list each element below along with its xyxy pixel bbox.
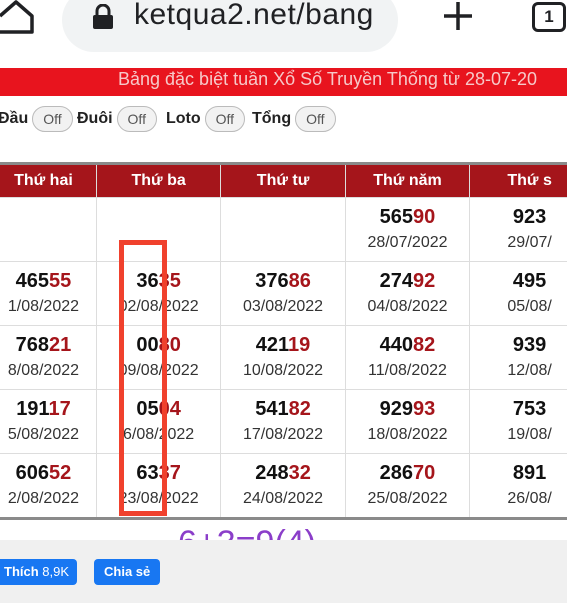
- table-row: 60652 2/08/2022 6337 23/08/2022 24832 24/08/2…: [0, 453, 567, 518]
- result-date: 5/08/2022: [7, 425, 80, 443]
- results-table: Thứ hai Thứ ba Thứ tư Thứ năm Thứ s 5659…: [0, 162, 567, 518]
- toggle-tong[interactable]: Tổng Off: [252, 104, 336, 134]
- result-cell: 76821 8/08/2022: [0, 325, 97, 390]
- toggle-label: Tổng: [252, 110, 292, 127]
- result-number: 42119: [255, 333, 311, 356]
- toggle-label: Đuôi: [77, 110, 113, 127]
- url-text[interactable]: ketqua2.net/bang: [134, 0, 386, 32]
- result-date: 11/08/2022: [368, 361, 447, 379]
- result-number: 54182: [255, 397, 311, 420]
- result-number: 37686: [255, 269, 311, 292]
- result-number: 923: [512, 205, 547, 228]
- result-cell: 24832 24/08/2022: [220, 453, 346, 518]
- header-cell: Thứ ba: [95, 162, 222, 198]
- toggle-duoi[interactable]: Đuôi Off: [77, 104, 157, 134]
- header-cell: Thứ hai: [0, 162, 97, 198]
- result-date: 25/08/2022: [367, 489, 448, 507]
- browser-toolbar: ketqua2.net/bang 1: [0, 0, 567, 66]
- result-date: 19/08/: [507, 425, 552, 443]
- toggle-switch[interactable]: Off: [32, 106, 73, 132]
- result-number: 891: [512, 461, 547, 484]
- table-row: 76821 8/08/2022 0080 09/08/2022 42119 10/08/2…: [0, 325, 567, 390]
- result-number: 60652: [15, 461, 72, 484]
- result-cell: 60652 2/08/2022: [0, 453, 97, 518]
- result-number: 56590: [379, 205, 436, 228]
- like-count: 8,9K: [42, 564, 70, 579]
- result-cell: 753 19/08/: [469, 389, 567, 454]
- result-number: 495: [512, 269, 547, 292]
- result-date: 03/08/2022: [243, 297, 324, 315]
- result-number: 44082: [379, 333, 436, 356]
- banner-title: Bảng đặc biệt tuần Xổ Số Truyền Thống từ…: [118, 69, 538, 89]
- header-cell: Thứ tư: [220, 162, 346, 198]
- like-label: Thích: [4, 564, 39, 579]
- filter-toggles: Đầu Off Đuôi Off Loto Off Tổng Off: [0, 104, 567, 138]
- result-number: 46555: [15, 269, 72, 292]
- toggle-dau[interactable]: Đầu Off: [0, 104, 73, 134]
- result-number: 939: [512, 333, 547, 356]
- share-button[interactable]: Chia sẻ: [94, 559, 161, 585]
- table-row: 46555 1/08/2022 3635 02/08/2022 37686 03/08/2…: [0, 261, 567, 326]
- result-number: 19117: [16, 397, 71, 420]
- table-row: 19117 5/08/2022 0504 6/08/2022 54182 17/08/20…: [0, 389, 567, 454]
- result-number: 24832: [255, 461, 311, 484]
- result-cell: 28670 25/08/2022: [344, 453, 471, 518]
- result-date: 1/08/2022: [7, 297, 80, 315]
- result-cell: [0, 197, 97, 262]
- result-number: 753: [512, 397, 547, 420]
- toggle-switch[interactable]: Off: [295, 106, 336, 132]
- result-cell: 56590 28/07/2022: [344, 197, 471, 262]
- result-cell: [220, 197, 346, 262]
- highlight-box: [119, 240, 167, 516]
- result-cell: 923 29/07/: [469, 197, 567, 262]
- lock-icon: [92, 3, 114, 30]
- result-cell: 44082 11/08/2022: [344, 325, 471, 390]
- result-date: 05/08/: [507, 297, 552, 315]
- result-cell: 54182 17/08/2022: [220, 389, 346, 454]
- table-header-row: Thứ hai Thứ ba Thứ tư Thứ năm Thứ s: [0, 162, 567, 198]
- results-table-wrapper: Thứ hai Thứ ba Thứ tư Thứ năm Thứ s 5659…: [0, 162, 567, 520]
- toggle-loto[interactable]: Loto Off: [166, 104, 246, 134]
- result-number: 27492: [379, 269, 436, 292]
- table-row: 56590 28/07/2022 923 29/07/: [0, 197, 567, 262]
- result-date: 18/08/2022: [367, 425, 448, 443]
- result-cell: 37686 03/08/2022: [220, 261, 346, 326]
- result-cell: 92993 18/08/2022: [344, 389, 471, 454]
- result-number: 28670: [379, 461, 436, 484]
- result-number: 76821: [15, 333, 72, 356]
- result-cell: 19117 5/08/2022: [0, 389, 97, 454]
- result-date: 2/08/2022: [7, 489, 80, 507]
- toggle-label: Loto: [166, 110, 201, 127]
- result-number: 92993: [379, 397, 436, 420]
- result-cell: 495 05/08/: [469, 261, 567, 326]
- toggle-switch[interactable]: Off: [116, 106, 157, 132]
- result-date: 10/08/2022: [243, 361, 324, 379]
- page-banner: Bảng đặc biệt tuần Xổ Số Truyền Thống từ…: [0, 68, 567, 96]
- like-button[interactable]: Thích 8,9K: [0, 559, 78, 585]
- home-icon[interactable]: [0, 0, 36, 34]
- result-date: 17/08/2022: [243, 425, 324, 443]
- header-cell: Thứ s: [469, 162, 567, 198]
- result-date: 04/08/2022: [367, 297, 448, 315]
- result-date: 29/07/: [507, 233, 552, 251]
- result-cell: 42119 10/08/2022: [220, 325, 346, 390]
- result-cell: 27492 04/08/2022: [344, 261, 471, 326]
- tab-switcher-button[interactable]: 1: [532, 2, 566, 32]
- result-cell: 46555 1/08/2022: [0, 261, 97, 326]
- result-date: 28/07/2022: [367, 233, 448, 251]
- social-footer: Thích 8,9K Chia sẻ: [0, 540, 567, 603]
- result-cell: 939 12/08/: [469, 325, 567, 390]
- result-cell: 891 26/08/: [469, 453, 567, 518]
- result-date: 24/08/2022: [243, 489, 324, 507]
- result-date: 12/08/: [507, 361, 552, 379]
- header-cell: Thứ năm: [344, 162, 471, 198]
- table-bottom-rule: [0, 517, 567, 520]
- new-tab-icon[interactable]: [442, 0, 474, 32]
- result-date: 8/08/2022: [7, 361, 80, 379]
- toggle-switch[interactable]: Off: [204, 106, 246, 132]
- result-date: 26/08/: [507, 489, 552, 507]
- toggle-label: Đầu: [0, 110, 29, 127]
